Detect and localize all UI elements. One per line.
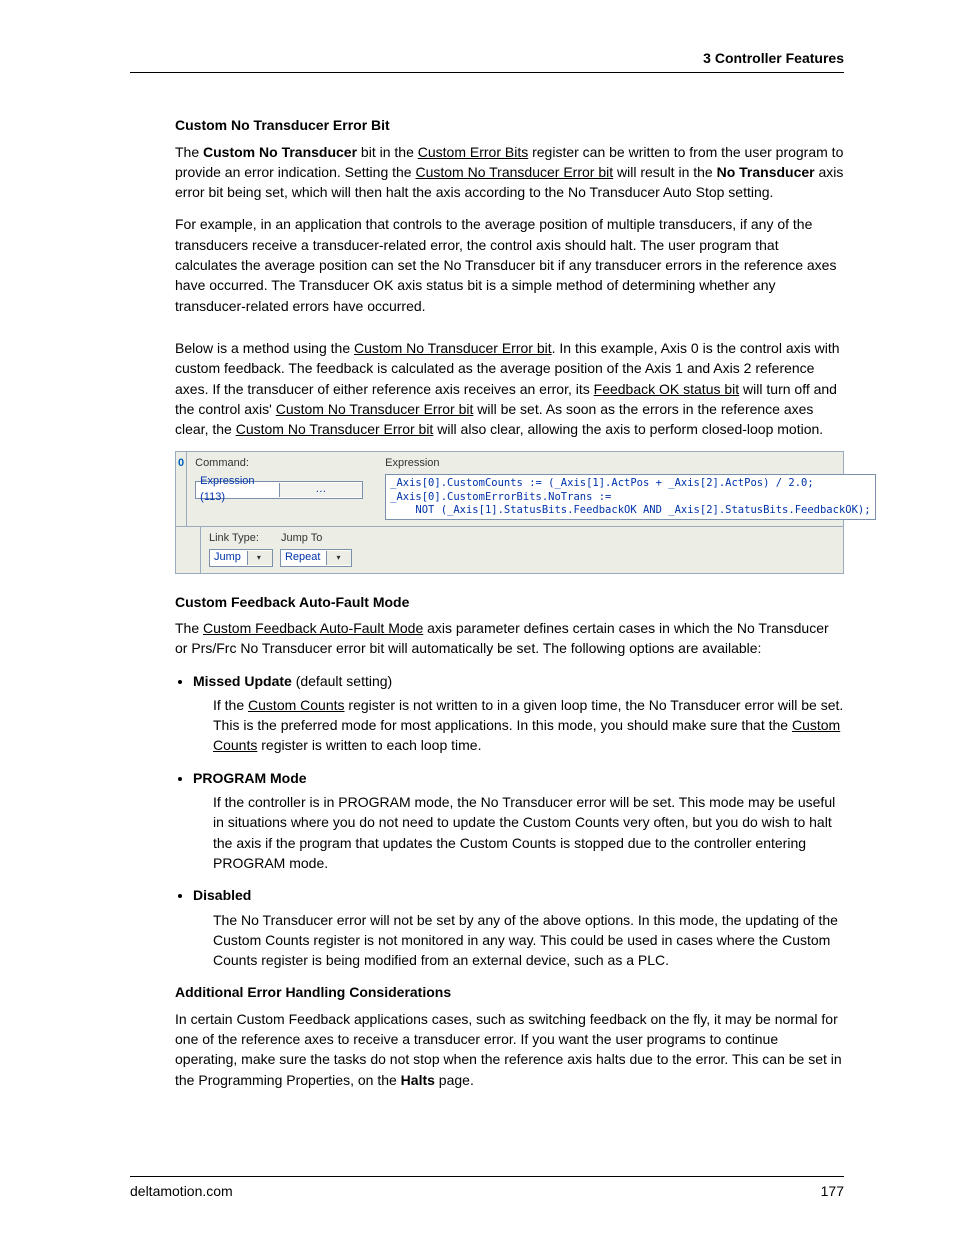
item-desc: The No Transducer error will not be set … bbox=[213, 910, 844, 971]
heading-custom-feedback-autofault: Custom Feedback Auto-Fault Mode bbox=[175, 592, 844, 612]
page-content: Custom No Transducer Error Bit The Custo… bbox=[130, 115, 844, 1090]
link-custom-feedback-autofault-mode[interactable]: Custom Feedback Auto-Fault Mode bbox=[203, 620, 423, 636]
text: register is written to each loop time. bbox=[257, 737, 481, 753]
list-item-program-mode: PROGRAM Mode If the controller is in PRO… bbox=[193, 768, 844, 873]
jump-to-value: Repeat bbox=[281, 550, 326, 566]
text-bold: Halts bbox=[401, 1072, 435, 1088]
link-custom-no-transducer-error-bit[interactable]: Custom No Transducer Error bit bbox=[276, 401, 474, 417]
chevron-down-icon: ▾ bbox=[247, 551, 272, 565]
item-suffix: (default setting) bbox=[292, 673, 392, 689]
text: will result in the bbox=[613, 164, 716, 180]
heading-custom-no-transducer: Custom No Transducer Error Bit bbox=[175, 115, 844, 135]
sec1-para3: Below is a method using the Custom No Tr… bbox=[175, 338, 844, 439]
link-custom-no-transducer-error-bit[interactable]: Custom No Transducer Error bit bbox=[415, 164, 613, 180]
sec3-para1: In certain Custom Feedback applications … bbox=[175, 1009, 844, 1090]
autofault-options-list: Missed Update (default setting) If the C… bbox=[175, 671, 844, 971]
link-type-dropdown[interactable]: Jump ▾ bbox=[209, 549, 273, 567]
item-desc: If the Custom Counts register is not wri… bbox=[213, 695, 844, 756]
heading-additional-error-handling: Additional Error Handling Considerations bbox=[175, 982, 844, 1002]
item-desc: If the controller is in PROGRAM mode, th… bbox=[213, 792, 844, 873]
list-item-missed-update: Missed Update (default setting) If the C… bbox=[193, 671, 844, 756]
link-type-value: Jump bbox=[210, 550, 247, 566]
text: bit in the bbox=[357, 144, 418, 160]
jump-to-dropdown[interactable]: Repeat ▾ bbox=[280, 549, 352, 567]
text: page. bbox=[435, 1072, 474, 1088]
command-label: Command: bbox=[195, 456, 385, 472]
text: Below is a method using the bbox=[175, 340, 354, 356]
footer-site: deltamotion.com bbox=[130, 1181, 233, 1201]
link-custom-error-bits[interactable]: Custom Error Bits bbox=[418, 144, 528, 160]
text: In certain Custom Feedback applications … bbox=[175, 1011, 842, 1088]
jump-to-label: Jump To bbox=[281, 531, 322, 547]
ellipsis-button[interactable]: … bbox=[279, 483, 363, 497]
link-custom-no-transducer-error-bit[interactable]: Custom No Transducer Error bit bbox=[236, 421, 434, 437]
item-title: PROGRAM Mode bbox=[193, 770, 307, 786]
step-editor: 0 Command: Expression (113) … Expression bbox=[175, 451, 844, 573]
command-field[interactable]: Expression (113) … bbox=[195, 481, 363, 499]
link-type-label: Link Type: bbox=[209, 531, 259, 547]
text: The bbox=[175, 620, 203, 636]
expression-label: Expression bbox=[385, 456, 875, 472]
text-bold: Custom No Transducer bbox=[203, 144, 357, 160]
page-footer: deltamotion.com 177 bbox=[130, 1176, 844, 1201]
expression-textbox[interactable]: _Axis[0].CustomCounts := (_Axis[1].ActPo… bbox=[385, 474, 875, 519]
step-spacer bbox=[176, 527, 201, 573]
footer-page-number: 177 bbox=[821, 1181, 844, 1201]
link-feedback-ok-status-bit[interactable]: Feedback OK status bit bbox=[594, 381, 740, 397]
chevron-down-icon: ▾ bbox=[326, 551, 351, 565]
link-custom-no-transducer-error-bit[interactable]: Custom No Transducer Error bit bbox=[354, 340, 552, 356]
step-number: 0 bbox=[176, 452, 187, 525]
text-bold: No Transducer bbox=[717, 164, 815, 180]
command-value: Expression (113) bbox=[196, 474, 279, 506]
page-header-chapter: 3 Controller Features bbox=[130, 48, 844, 73]
text: will also clear, allowing the axis to pe… bbox=[433, 421, 823, 437]
text: If the bbox=[213, 697, 248, 713]
link-custom-counts[interactable]: Custom Counts bbox=[248, 697, 344, 713]
sec1-para1: The Custom No Transducer bit in the Cust… bbox=[175, 142, 844, 203]
list-item-disabled: Disabled The No Transducer error will no… bbox=[193, 885, 844, 970]
text: The bbox=[175, 144, 203, 160]
sec1-para2: For example, in an application that cont… bbox=[175, 214, 844, 315]
sec2-para1: The Custom Feedback Auto-Fault Mode axis… bbox=[175, 618, 844, 659]
item-title: Missed Update bbox=[193, 673, 292, 689]
item-title: Disabled bbox=[193, 887, 251, 903]
